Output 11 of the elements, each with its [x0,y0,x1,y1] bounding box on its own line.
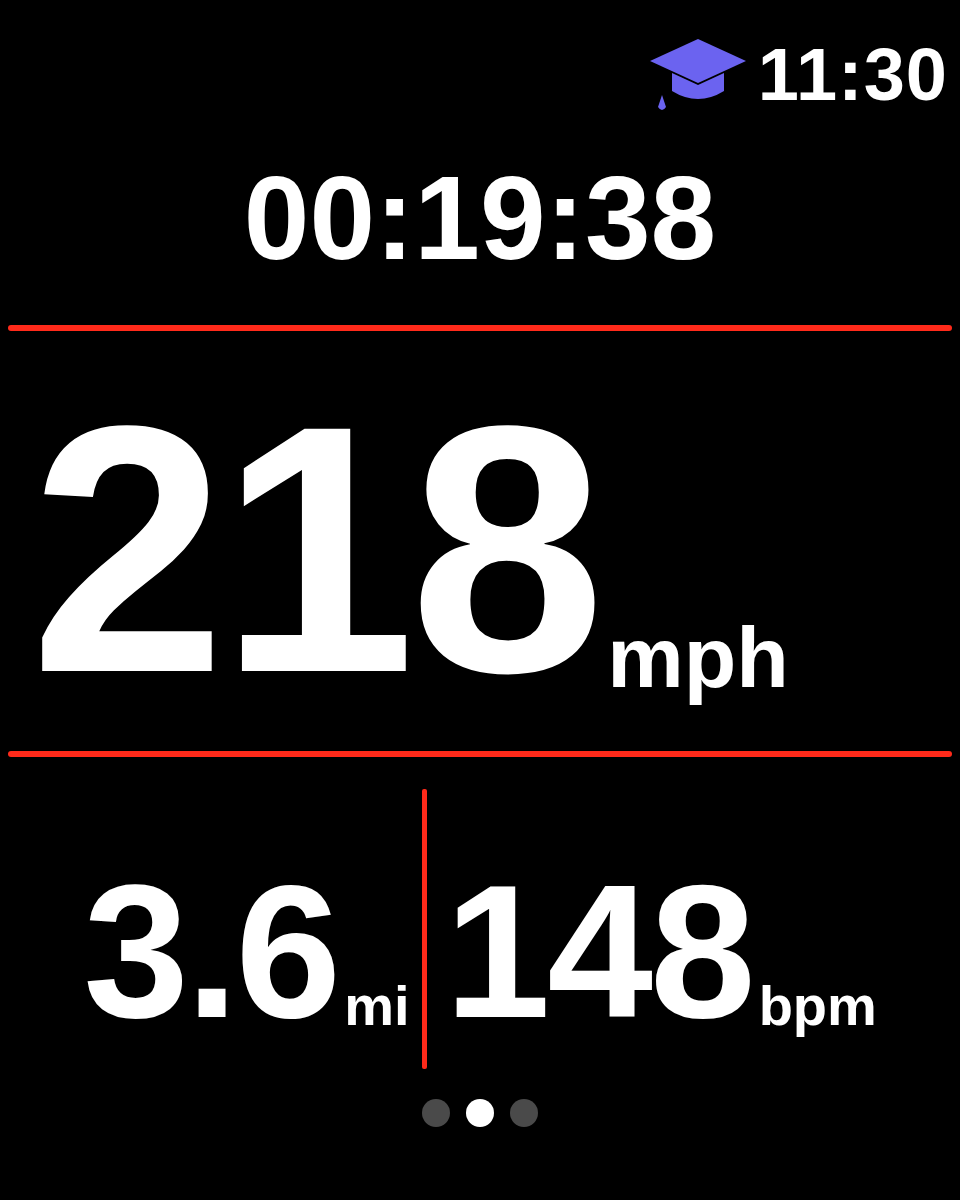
speed-value: 218 [30,409,600,691]
page-dot[interactable] [510,1099,538,1127]
elapsed-time: 00:19:38 [243,158,717,277]
page-dot[interactable] [422,1099,450,1127]
metric-unit: mi [344,973,410,1039]
metric-unit: bpm [758,973,877,1039]
speed-unit: mph [607,607,789,707]
page-dot[interactable] [466,1099,494,1127]
metric-value: 148 [444,875,753,1027]
metric-value: 3.6 [83,875,339,1027]
clock-time: 11:30 [757,38,948,112]
